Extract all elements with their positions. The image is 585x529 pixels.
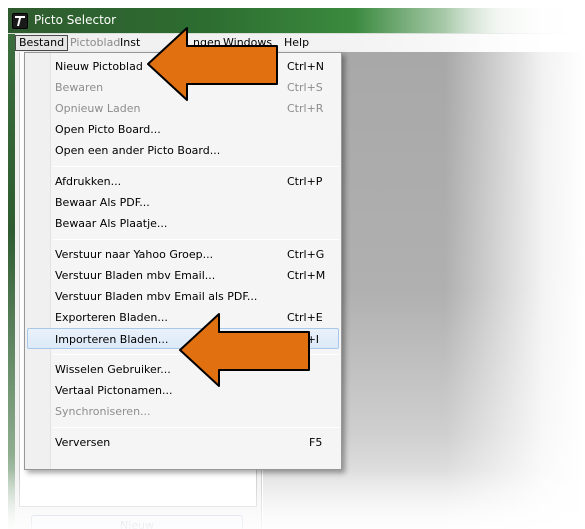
menu-item-shortcut: Ctrl+P <box>287 175 323 188</box>
new-button[interactable]: Nieuw <box>31 515 243 529</box>
app-logo-icon <box>15 16 25 26</box>
menu-item-label: Opnieuw Laden <box>55 102 141 115</box>
menu-item-shortcut: Ctrl+R <box>287 102 324 115</box>
menu-item-shortcut: Ctrl+G <box>287 248 325 261</box>
menu-item-label: Synchroniseren... <box>55 405 151 418</box>
menu-item-label: Exporteren Bladen... <box>55 311 168 324</box>
menu-separator <box>53 354 339 355</box>
menu-item-label: Open een ander Picto Board... <box>55 144 221 157</box>
title-bar[interactable]: Picto Selector <box>8 8 585 34</box>
menu-item-importeren-bladen[interactable]: Importeren Bladen... Ctrl+I <box>27 328 339 349</box>
window-left-border <box>8 34 15 529</box>
menu-item-exporteren-bladen[interactable]: Exporteren Bladen... Ctrl+E <box>27 307 339 328</box>
menu-item-label: Bewaar Als Plaatje... <box>55 217 168 230</box>
menu-item-bewaar-als-plaatje[interactable]: Bewaar Als Plaatje... <box>27 213 339 234</box>
menu-separator <box>53 166 339 167</box>
menu-item-nieuw-pictoblad[interactable]: Nieuw Pictoblad Ctrl+N <box>27 56 339 77</box>
menu-item-label: Nieuw Pictoblad <box>55 60 143 73</box>
menu-item-verversen[interactable]: Verversen F5 <box>27 432 339 453</box>
picto-selector-app-icon[interactable] <box>12 13 28 29</box>
menu-instellingen-end[interactable]: ngen <box>190 35 224 51</box>
menu-item-verstuur-bladen-email-pdf[interactable]: Verstuur Bladen mbv Email als PDF... <box>27 286 339 307</box>
menu-item-vertaal-pictonamen[interactable]: Vertaal Pictonamen... <box>27 380 339 401</box>
menu-item-shortcut: F5 <box>309 436 323 449</box>
menu-item-opnieuw-laden[interactable]: Opnieuw Laden Ctrl+R <box>27 98 339 119</box>
app-window: Picto Selector Bestand Pictoblad Inst ng… <box>0 0 585 529</box>
menu-item-synchroniseren[interactable]: Synchroniseren... <box>27 401 339 422</box>
menu-pictoblad[interactable]: Pictoblad <box>67 35 123 51</box>
menu-item-label: Wisselen Gebruiker... <box>55 363 171 376</box>
menu-item-label: Verstuur Bladen mbv Email... <box>55 269 216 282</box>
menu-instellingen-start[interactable]: Inst <box>117 35 143 51</box>
menu-item-verstuur-bladen-email[interactable]: Verstuur Bladen mbv Email... Ctrl+M <box>27 265 339 286</box>
menu-separator <box>53 427 339 428</box>
menu-item-label: Verstuur naar Yahoo Groep... <box>55 248 214 261</box>
menu-item-label: Open Picto Board... <box>55 123 161 136</box>
menu-help[interactable]: Help <box>281 35 312 51</box>
menu-item-label: Verversen <box>55 436 111 449</box>
menu-item-label: Vertaal Pictonamen... <box>55 384 173 397</box>
menu-separator <box>53 239 339 240</box>
window-title: Picto Selector <box>34 13 117 27</box>
menu-item-label: Verstuur Bladen mbv Email als PDF... <box>55 290 258 303</box>
menu-item-shortcut: Ctrl+I <box>287 333 320 346</box>
menu-item-afdrukken[interactable]: Afdrukken... Ctrl+P <box>27 171 339 192</box>
menu-item-bewaren[interactable]: Bewaren Ctrl+S <box>27 77 339 98</box>
menu-item-bewaar-als-pdf[interactable]: Bewaar Als PDF... <box>27 192 339 213</box>
menu-item-verstuur-yahoo-groep[interactable]: Verstuur naar Yahoo Groep... Ctrl+G <box>27 244 339 265</box>
menu-item-open-ander-picto-board[interactable]: Open een ander Picto Board... <box>27 140 339 161</box>
menu-item-shortcut: Ctrl+N <box>287 60 325 73</box>
menu-item-wisselen-gebruiker[interactable]: Wisselen Gebruiker... <box>27 359 339 380</box>
menu-bar: Bestand Pictoblad Inst ngen Windows Help <box>15 34 585 52</box>
menu-item-label: Importeren Bladen... <box>55 333 169 346</box>
menu-item-shortcut: Ctrl+S <box>287 81 323 94</box>
menu-item-shortcut: Ctrl+M <box>287 269 326 282</box>
menu-windows[interactable]: Windows <box>220 35 275 51</box>
menu-item-label: Afdrukken... <box>55 175 122 188</box>
menu-bestand[interactable]: Bestand <box>15 35 69 51</box>
menu-item-open-picto-board[interactable]: Open Picto Board... <box>27 119 339 140</box>
menu-item-shortcut: Ctrl+E <box>287 311 323 324</box>
menu-item-label: Bewaren <box>55 81 104 94</box>
bestand-dropdown-menu: Nieuw Pictoblad Ctrl+N Bewaren Ctrl+S Op… <box>24 52 342 470</box>
menu-item-label: Bewaar Als PDF... <box>55 196 150 209</box>
